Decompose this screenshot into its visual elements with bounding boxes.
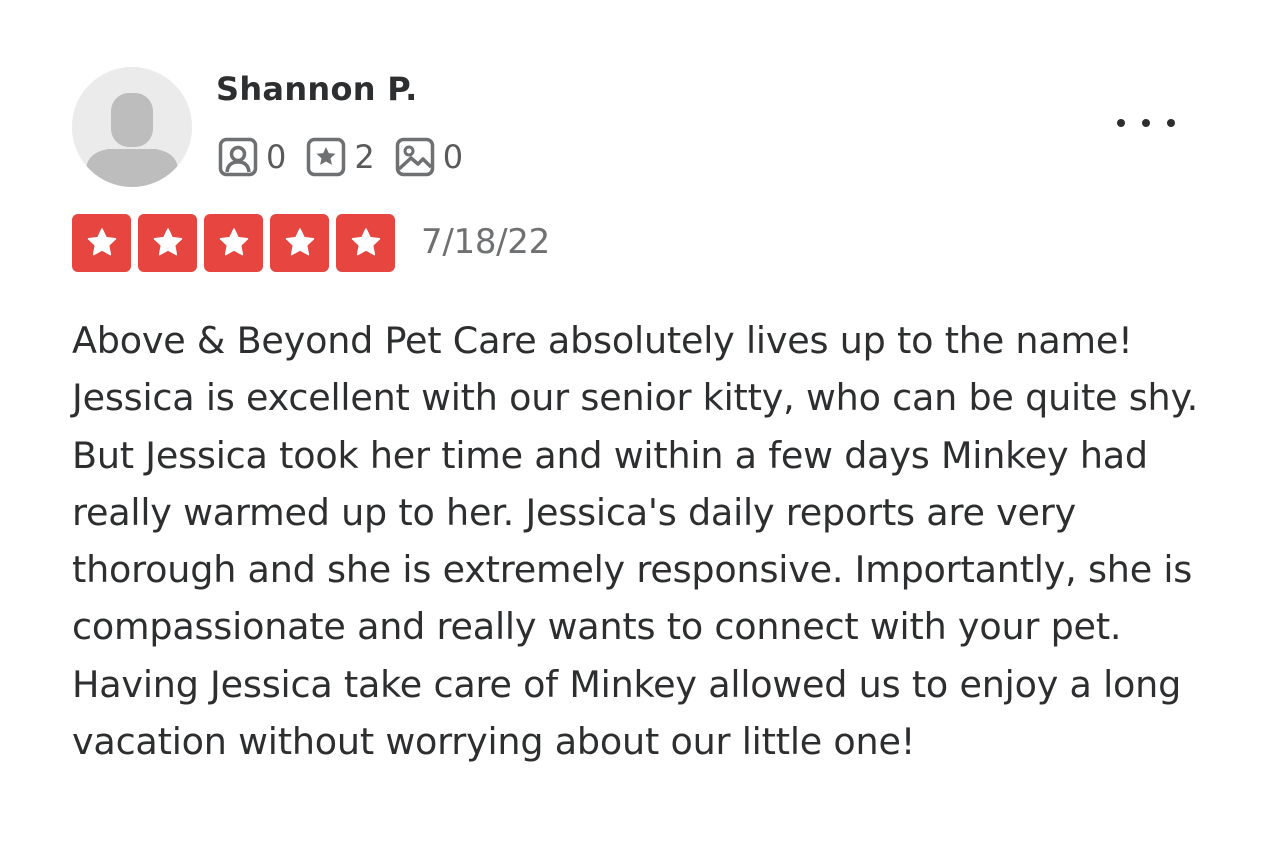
reviews-count: 2: [354, 138, 375, 176]
photos-count: 0: [442, 138, 464, 176]
more-options-button[interactable]: [1110, 105, 1182, 141]
reviews-star-icon: [307, 137, 346, 177]
photos-stat: 0: [395, 137, 463, 177]
user-stats: 0 2 0: [218, 135, 483, 179]
review-text: Above & Beyond Pet Care absolutely lives…: [72, 319, 1199, 764]
star-rating: [72, 214, 395, 272]
rating-star: [336, 214, 395, 272]
friends-stat: 0: [218, 137, 286, 177]
rating-star: [72, 214, 131, 272]
star-icon: [351, 228, 380, 256]
user-name[interactable]: Shannon P.: [216, 70, 418, 108]
friends-count: 0: [266, 138, 287, 176]
review-card: Shannon P. 0 2 0 7/18/22 Above & Beyond …: [0, 0, 1284, 854]
star-icon: [153, 228, 182, 256]
default-user-avatar-icon: [72, 67, 192, 187]
rating-star: [270, 214, 329, 272]
review-date: 7/18/22: [421, 222, 550, 262]
star-icon: [219, 228, 248, 256]
reviews-stat: 2: [306, 137, 375, 177]
user-avatar[interactable]: [72, 67, 192, 187]
photos-icon: [395, 137, 434, 177]
star-icon: [285, 228, 314, 256]
more-options-icon: [1117, 119, 1175, 127]
rating-star: [138, 214, 197, 272]
friends-icon: [218, 137, 258, 177]
rating-star: [204, 214, 263, 272]
star-icon: [87, 228, 116, 256]
